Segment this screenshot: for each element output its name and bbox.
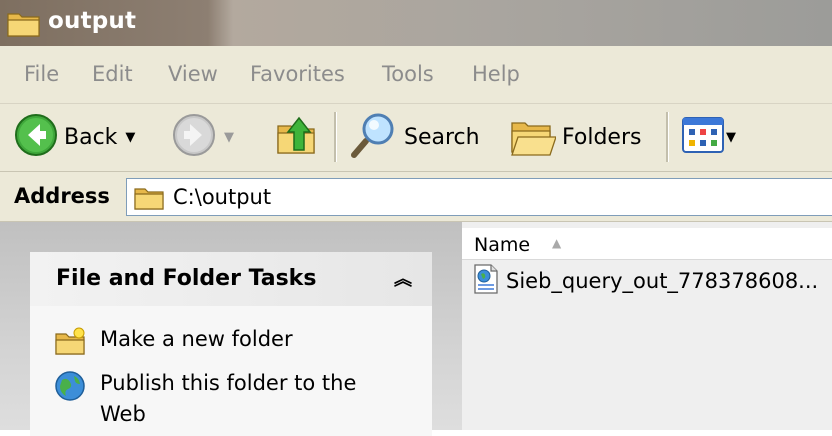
task-label: Make a new folder [100,327,293,351]
task-make-new-folder[interactable]: Make a new folder [54,324,380,358]
toolbar: Back ▼ ▼ Search Folders ▼ [0,104,832,172]
views-icon [682,117,724,157]
title-bar[interactable]: output [0,0,832,46]
back-button[interactable]: Back ▼ [14,114,135,160]
back-label: Back [64,124,118,150]
up-folder-icon [274,112,320,162]
address-input[interactable]: C:\output [126,178,832,216]
folders-icon [508,113,557,161]
folder-icon [133,185,165,215]
sort-ascending-icon: ▲ [552,236,562,250]
task-panel-title: File and Folder Tasks [56,266,317,291]
globe-icon [54,370,86,402]
menu-edit[interactable]: Edit [92,62,133,86]
address-bar: Address C:\output [0,172,832,222]
new-folder-icon [54,326,86,358]
address-label: Address [14,184,110,208]
address-path: C:\output [173,185,272,209]
column-name-label: Name [474,234,531,256]
menu-favorites[interactable]: Favorites [250,62,345,86]
search-label: Search [404,124,480,150]
views-button[interactable]: ▼ [682,114,736,160]
collapse-chevron-icon[interactable]: ︽ [394,265,412,291]
menu-file[interactable]: File [24,62,59,86]
search-icon [348,111,398,163]
file-name: Sieb_query_out_778378608... [506,269,819,293]
back-dropdown-icon[interactable]: ▼ [125,130,135,145]
up-folder-button[interactable] [274,114,320,160]
folder-icon [6,8,42,42]
menu-bar: File Edit View Favorites Tools Help [0,46,832,104]
task-publish-to-web[interactable]: Publish this folder to the Web [54,368,380,430]
forward-arrow-icon [172,113,216,161]
toolbar-separator [334,112,337,162]
search-button[interactable]: Search [348,111,480,163]
folders-label: Folders [562,124,642,150]
column-header-name[interactable]: Name ▲ [462,228,832,260]
file-list-pane: Name ▲ Sieb_query_out_778378608... [462,222,832,430]
window-title: output [48,8,137,34]
views-dropdown-icon[interactable]: ▼ [726,130,736,145]
forward-dropdown-icon[interactable]: ▼ [224,130,234,145]
menu-help[interactable]: Help [472,62,520,86]
web-document-icon [472,264,500,298]
menu-view[interactable]: View [168,62,218,86]
task-pane: File and Folder Tasks ︽ Make a new folde… [0,222,462,436]
forward-button[interactable]: ▼ [172,114,234,160]
back-arrow-icon [14,113,58,161]
menu-tools[interactable]: Tools [382,62,434,86]
task-panel-body: Make a new folder Publish this folder to… [30,306,432,436]
task-panel-header[interactable]: File and Folder Tasks ︽ [30,252,432,306]
folders-button[interactable]: Folders [508,114,641,160]
toolbar-separator [666,112,669,162]
file-item[interactable]: Sieb_query_out_778378608... [472,264,818,298]
task-label: Publish this folder to the Web [100,371,357,426]
